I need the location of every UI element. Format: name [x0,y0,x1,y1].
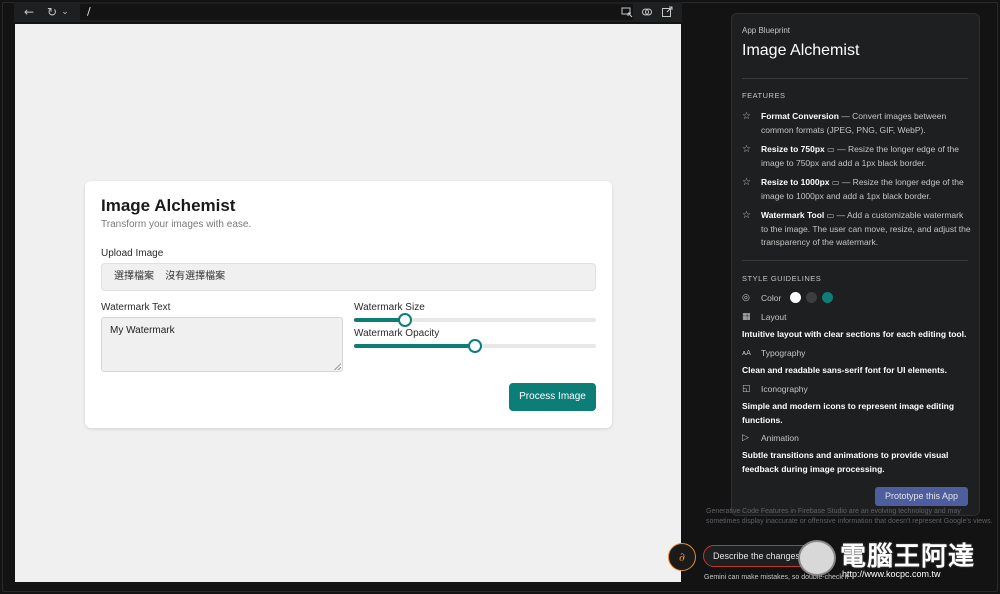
color-swatch-teal [822,292,834,303]
color-swatch-dark [806,292,818,303]
chevron-down-icon[interactable]: ⌄ [61,3,69,21]
disclaimer-text: Generative Code Features in Firebase Stu… [706,508,993,525]
watermark-brand: 電腦王阿達 [840,542,976,572]
divider [742,260,968,261]
mascot-icon [798,540,836,576]
star-icon: ☆ [742,177,751,188]
editor-card: Image Alchemist Transform your images wi… [85,181,612,428]
typography-row: ᴀA Typography [742,348,805,358]
blueprint-title: Image Alchemist [742,42,860,59]
iconography-desc: Simple and modern icons to represent ima… [742,401,955,425]
watermark-opacity-slider[interactable] [354,339,596,353]
gemini-icon[interactable]: ∂ [668,543,696,571]
app-subtitle: Transform your images with ease. [101,219,252,230]
typography-desc: Clean and readable sans-serif font for U… [742,365,948,375]
layout-row: ▦ Layout [742,312,787,322]
window-icon: ▭ [827,145,835,154]
slider-thumb[interactable] [468,339,482,353]
blueprint-label: App Blueprint [742,26,791,35]
palette-icon: ◎ [742,292,750,303]
preview-toolbar: ← ↻ ⌄ / [14,2,682,22]
color-row: ◎ Color [742,292,834,303]
layout-desc: Intuitive layout with clear sections for… [742,329,967,339]
app-title: Image Alchemist [101,196,236,215]
features-heading: FEATURES [742,91,786,100]
resize-handle[interactable] [334,363,341,370]
site-watermark: 電腦王阿達 http://www.kocpc.com.tw [798,536,993,588]
reload-icon[interactable]: ↻ [43,3,61,21]
file-status: 沒有選擇檔案 [165,271,226,282]
animation-row: ▷ Animation [742,433,799,443]
animation-desc: Subtle transitions and animations to pro… [742,450,949,474]
choose-file-button[interactable]: 選擇檔案 [114,271,154,282]
star-icon: ☆ [742,210,751,221]
star-icon: ☆ [742,144,751,155]
iconography-row: ◱ Iconography [742,384,808,394]
iconography-label: Iconography [761,384,808,394]
color-label: Color [761,292,782,303]
divider [742,78,968,79]
typography-icon: ᴀA [742,349,751,357]
watermark-url: http://www.kocpc.com.tw [842,569,941,579]
device-preview-icon[interactable] [618,3,636,21]
feature-item: ☆ Resize to 750px ▭ — Resize the longer … [742,143,972,170]
process-image-button[interactable]: Process Image [509,383,596,411]
blueprint-panel: App Blueprint Image Alchemist FEATURES ☆… [731,13,980,516]
upload-label: Upload Image [101,248,164,259]
back-icon[interactable]: ← [20,3,38,21]
file-input[interactable]: 選擇檔案 沒有選擇檔案 [101,263,596,291]
play-icon: ▷ [742,433,749,443]
open-external-icon[interactable] [658,3,676,21]
feature-item: ☆ Format Conversion — Convert images bet… [742,110,972,137]
layout-icon: ▦ [742,312,751,322]
iconography-icon: ◱ [742,384,751,394]
watermark-opacity-label: Watermark Opacity [354,328,440,339]
slider-fill [354,344,475,348]
feature-item: ☆ Watermark Tool ▭ — Add a customizable … [742,209,972,250]
feature-name: Resize to 750px [761,144,825,154]
url-input[interactable]: / [80,4,633,20]
inspect-icon[interactable] [638,3,656,21]
watermark-text-label: Watermark Text [101,302,171,313]
layout-label: Layout [761,312,787,322]
feature-name: Watermark Tool [761,210,825,220]
feature-item: ☆ Resize to 1000px ▭ — Resize the longer… [742,176,972,203]
watermark-text-field[interactable]: My Watermark [101,317,343,372]
watermark-size-slider[interactable] [354,313,596,327]
style-heading: STYLE GUIDELINES [742,274,822,283]
slider-thumb[interactable] [397,313,412,327]
watermark-text-value: My Watermark [110,325,175,336]
feature-name: Resize to 1000px [761,177,830,187]
star-icon: ☆ [742,111,751,122]
watermark-size-label: Watermark Size [354,302,425,313]
feature-name: Format Conversion [761,111,839,121]
app-preview: Image Alchemist Transform your images wi… [15,24,681,582]
color-swatch-white [790,292,802,303]
prototype-app-button[interactable]: Prototype this App [875,487,968,506]
animation-label: Animation [761,433,799,443]
typography-label: Typography [761,348,806,358]
